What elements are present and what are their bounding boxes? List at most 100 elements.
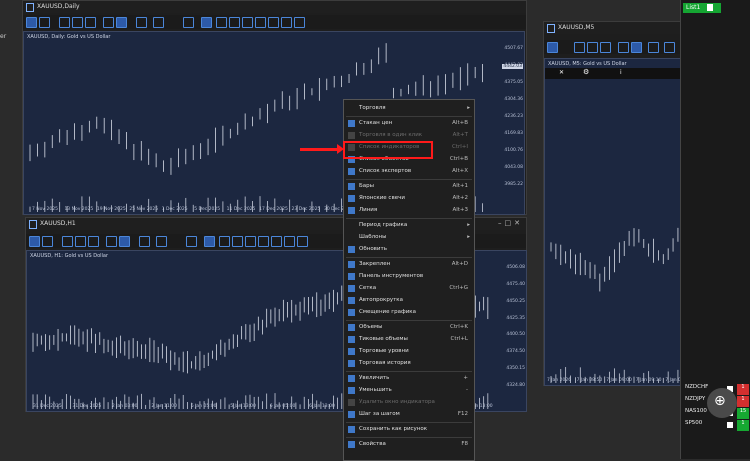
- zoom-in-icon[interactable]: [59, 17, 70, 28]
- menu-item[interactable]: Тиковые объемы Ctrl+L: [344, 334, 474, 345]
- menu-item[interactable]: Стакан цен Alt+B: [344, 118, 474, 129]
- menu-item[interactable]: Торговая история: [344, 358, 474, 369]
- menu-item[interactable]: Линия Alt+3: [344, 205, 474, 216]
- refresh-icon: [348, 246, 355, 253]
- menu-item[interactable]: Свойства F8: [344, 439, 474, 450]
- menu-item[interactable]: Обновить: [344, 244, 474, 255]
- template-icon[interactable]: [186, 236, 197, 247]
- volumes-icon[interactable]: [103, 17, 114, 28]
- volumes-icon[interactable]: [618, 42, 629, 53]
- timeframe-icon[interactable]: [664, 42, 675, 53]
- toolbar-icon: [348, 273, 355, 280]
- template-icon[interactable]: [183, 17, 194, 28]
- trendline-icon[interactable]: [258, 236, 269, 247]
- time-scale-label: 7 Jan 2026: [547, 378, 572, 383]
- horizontal-line-icon[interactable]: [245, 236, 256, 247]
- menu-item-shortcut: F12: [457, 411, 468, 417]
- menu-item-label: Торговля в один клик: [359, 132, 423, 138]
- menu-item-label: Автопрокрутка: [359, 297, 403, 303]
- toolbar-button[interactable]: [42, 236, 53, 247]
- vertical-line-icon[interactable]: [229, 17, 240, 28]
- grid-icon[interactable]: [600, 42, 611, 53]
- menu-item[interactable]: Период графика ▸: [344, 220, 474, 231]
- market-list-tab[interactable]: List1: [683, 3, 721, 13]
- time-scale-label: 7 Nov 2025: [32, 207, 58, 212]
- zoom-in-icon[interactable]: [574, 42, 585, 53]
- timeframe-icon[interactable]: [156, 236, 167, 247]
- submenu-arrow-icon: ▸: [467, 105, 470, 111]
- zoom-out-icon[interactable]: [587, 42, 598, 53]
- menu-item-label: Список экспертов: [359, 168, 412, 174]
- autoscroll-icon: [348, 297, 355, 304]
- toolbar-button[interactable]: [26, 17, 37, 28]
- properties-icon: [348, 441, 355, 448]
- grid-icon: [348, 285, 355, 292]
- zoom-out-icon[interactable]: [75, 236, 86, 247]
- menu-item[interactable]: Объемы Ctrl+K: [344, 322, 474, 333]
- vertical-line-icon[interactable]: [232, 236, 243, 247]
- window-title: XAUUSD,Daily: [37, 3, 80, 10]
- text-icon[interactable]: [281, 17, 292, 28]
- grid-icon[interactable]: [88, 236, 99, 247]
- bookmark-icon[interactable]: [707, 4, 713, 11]
- menu-item-shortcut: F8: [461, 441, 468, 447]
- title-bar[interactable]: XAUUSD,Daily: [23, 1, 526, 13]
- magnifier-icon[interactable]: ⊕: [707, 388, 737, 418]
- one-click-icon: [348, 132, 355, 139]
- menu-item[interactable]: Шаг за шагом F12: [344, 409, 474, 420]
- market-value: 1: [737, 420, 749, 431]
- zoom-out-icon[interactable]: [72, 17, 83, 28]
- checkbox-icon[interactable]: [727, 422, 733, 428]
- crosshair-icon[interactable]: [216, 17, 227, 28]
- grid-icon[interactable]: [85, 17, 96, 28]
- shapes-icon[interactable]: [294, 17, 305, 28]
- trendline-icon[interactable]: [255, 17, 266, 28]
- menu-item[interactable]: Смещение графика: [344, 307, 474, 318]
- time-scale-label: 13 Nov 2025: [64, 207, 94, 212]
- menu-item[interactable]: Увеличить +: [344, 373, 474, 384]
- indicators-icon[interactable]: [139, 236, 150, 247]
- menu-item[interactable]: Автопрокрутка: [344, 295, 474, 306]
- toolbar-button[interactable]: [39, 17, 50, 28]
- horizontal-line-icon[interactable]: [242, 17, 253, 28]
- menu-item[interactable]: Панель инструментов: [344, 271, 474, 282]
- menu-item[interactable]: Уменьшить -: [344, 385, 474, 396]
- menu-item-label: Панель инструментов: [359, 273, 424, 279]
- menu-item-label: Удалить окно индикатора: [359, 399, 435, 405]
- toolbar-button[interactable]: [29, 236, 40, 247]
- zoom-in-icon[interactable]: [62, 236, 73, 247]
- timeframe-icon[interactable]: [153, 17, 164, 28]
- shift-icon[interactable]: [116, 17, 127, 28]
- shift-icon[interactable]: [119, 236, 130, 247]
- volumes-icon[interactable]: [106, 236, 117, 247]
- menu-item[interactable]: Сетка Ctrl+G: [344, 283, 474, 294]
- cursor-icon[interactable]: [201, 17, 212, 28]
- menu-item[interactable]: Бары Alt+1: [344, 181, 474, 192]
- market-row[interactable]: SP500 1: [685, 420, 749, 431]
- menu-item[interactable]: Японские свечи Alt+2: [344, 193, 474, 204]
- menu-item[interactable]: Закреплен Alt+D: [344, 259, 474, 270]
- menu-item[interactable]: Шаблоны ▸: [344, 232, 474, 243]
- channel-icon[interactable]: [271, 236, 282, 247]
- time-scale-label: 17 Dec 2025: [259, 207, 288, 212]
- window-controls[interactable]: –□✕: [498, 219, 523, 227]
- shapes-icon[interactable]: [297, 236, 308, 247]
- indicators-icon[interactable]: [136, 17, 147, 28]
- channel-icon[interactable]: [268, 17, 279, 28]
- menu-item[interactable]: Список экспертов Alt+X: [344, 166, 474, 177]
- toolbar-button[interactable]: [547, 42, 558, 53]
- cursor-icon[interactable]: [204, 236, 215, 247]
- market-symbol: SP500: [685, 420, 703, 426]
- menu-item-label: Сохранить как рисунок: [359, 426, 428, 432]
- market-symbol: NZDJPY: [685, 396, 706, 402]
- time-scale-label: 7 Jan 09:00: [606, 378, 632, 383]
- menu-item[interactable]: Сохранить как рисунок: [344, 424, 474, 435]
- menu-item[interactable]: Торговля ▸: [344, 103, 474, 114]
- menu-item-shortcut: +: [463, 375, 468, 381]
- menu-item[interactable]: Торговые уровни: [344, 346, 474, 357]
- indicators-icon[interactable]: [648, 42, 659, 53]
- crosshair-icon[interactable]: [219, 236, 230, 247]
- text-icon[interactable]: [284, 236, 295, 247]
- menu-separator: [346, 179, 472, 180]
- shift-icon[interactable]: [631, 42, 642, 53]
